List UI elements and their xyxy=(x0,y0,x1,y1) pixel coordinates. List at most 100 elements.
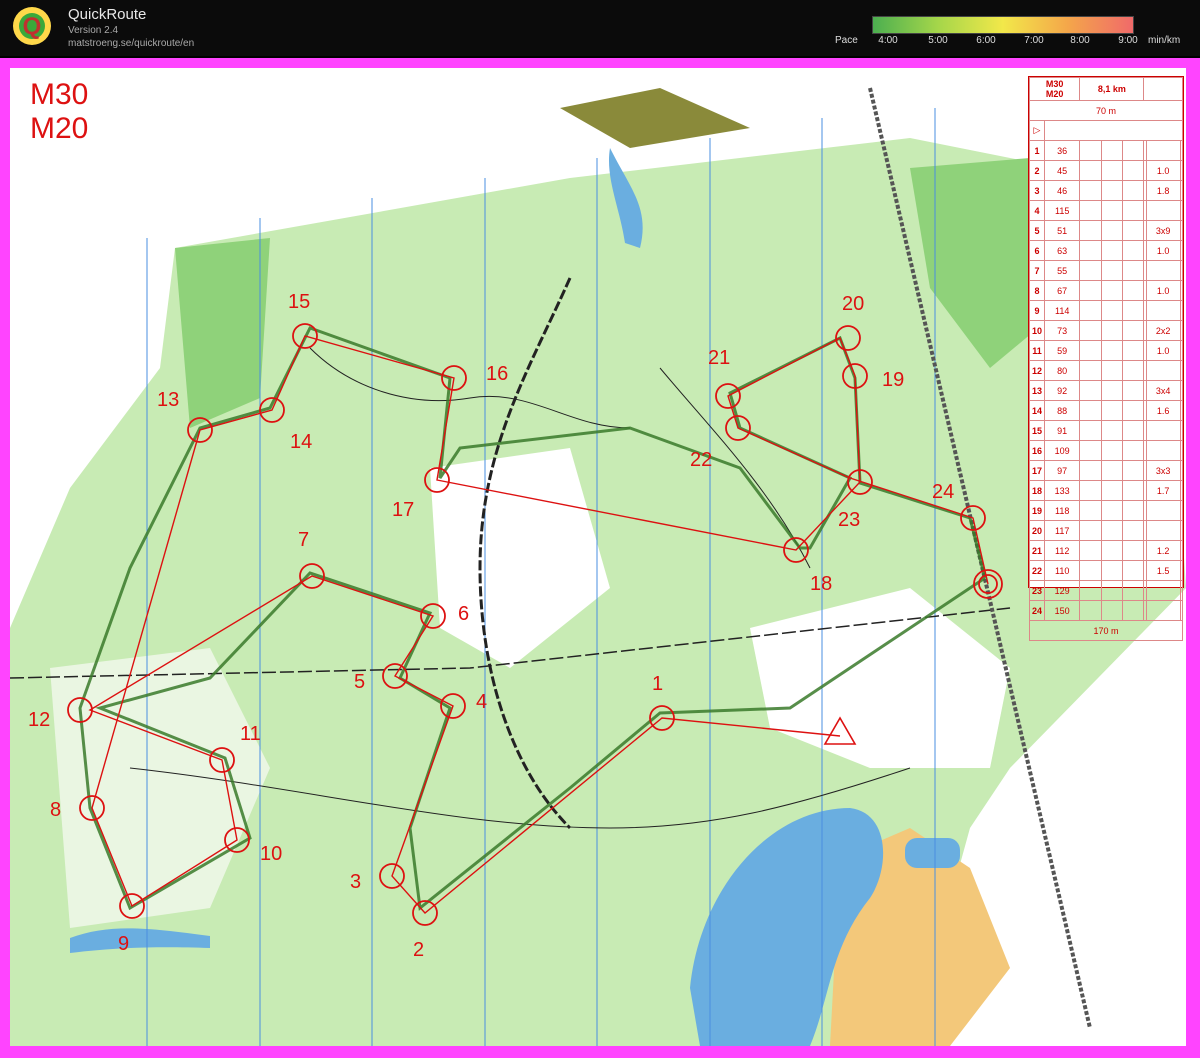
desc-control-code: 109 xyxy=(1043,440,1081,461)
control-number: 13 xyxy=(157,389,179,411)
pace-color-bar xyxy=(872,16,1134,34)
desc-dimension: 1.2 xyxy=(1145,540,1181,561)
desc-row: 5 51 3x9 xyxy=(1029,220,1184,241)
desc-row: 23 129 xyxy=(1029,580,1184,601)
control-number: 21 xyxy=(708,347,730,369)
desc-control-number: 2 xyxy=(1029,160,1045,181)
pace-label: Pace xyxy=(835,35,858,46)
desc-row: 10 73 2x2 xyxy=(1029,320,1184,341)
desc-row: 15 91 xyxy=(1029,420,1184,441)
pace-tick: 4:00 xyxy=(878,35,898,46)
desc-control-code: 110 xyxy=(1043,560,1081,581)
desc-dimension: 1.0 xyxy=(1145,280,1181,301)
control-number: 16 xyxy=(486,363,508,385)
desc-row: 6 63 1.0 xyxy=(1029,240,1184,261)
desc-classes: M30 M20 xyxy=(1028,77,1081,101)
desc-row: 16 109 xyxy=(1029,440,1184,461)
desc-dimension xyxy=(1145,520,1181,541)
desc-dimension xyxy=(1145,360,1181,381)
quickroute-logo-icon: Q xyxy=(13,7,51,45)
desc-start-leg: 70 m xyxy=(1029,100,1183,121)
control-number: 7 xyxy=(298,529,309,551)
desc-control-code: 51 xyxy=(1043,220,1081,241)
desc-row: 21 112 1.2 xyxy=(1029,540,1184,561)
desc-control-code: 55 xyxy=(1043,260,1081,281)
app-header: Q QuickRoute Version 2.4 matstroeng.se/q… xyxy=(0,0,1200,56)
desc-row: 4 115 xyxy=(1029,200,1184,221)
control-number: 14 xyxy=(290,431,312,453)
pace-tick: 9:00 xyxy=(1118,35,1138,46)
dense-forest-area xyxy=(175,238,270,428)
desc-control-code: 67 xyxy=(1043,280,1081,301)
pond xyxy=(905,838,960,868)
desc-control-number: 21 xyxy=(1029,540,1045,561)
desc-dimension: 3x4 xyxy=(1145,380,1181,401)
desc-dimension: 1.0 xyxy=(1145,340,1181,361)
desc-control-number: 13 xyxy=(1029,380,1045,401)
desc-row: 18 133 1.7 xyxy=(1029,480,1184,501)
control-number: 17 xyxy=(392,499,414,521)
desc-control-code: 133 xyxy=(1043,480,1081,501)
desc-dimension: 1.0 xyxy=(1145,160,1181,181)
pace-unit: min/km xyxy=(1148,35,1181,46)
desc-control-number: 15 xyxy=(1029,420,1045,441)
desc-row: 24 150 xyxy=(1029,600,1184,621)
desc-control-code: 46 xyxy=(1043,180,1081,201)
desc-dimension xyxy=(1145,420,1181,441)
desc-dimension: 1.0 xyxy=(1145,240,1181,261)
desc-control-code: 36 xyxy=(1043,140,1081,161)
orienteering-map[interactable]: 1 2 3 4 5 6 7 8 9 10 11 12 13 14 15 16 1… xyxy=(10,68,1186,1046)
desc-control-code: 92 xyxy=(1043,380,1081,401)
desc-control-number: 1 xyxy=(1029,140,1045,161)
desc-dimension: 1.6 xyxy=(1145,400,1181,421)
control-number: 24 xyxy=(932,481,954,503)
control-number: 9 xyxy=(118,933,129,955)
desc-control-number: 5 xyxy=(1029,220,1045,241)
app-url[interactable]: matstroeng.se/quickroute/en xyxy=(68,38,194,49)
desc-control-code: 59 xyxy=(1043,340,1081,361)
desc-dimension xyxy=(1145,300,1181,321)
desc-dimension xyxy=(1145,140,1181,161)
desc-dimension: 3x3 xyxy=(1145,460,1181,481)
control-number: 15 xyxy=(288,291,310,313)
desc-control-code: 88 xyxy=(1043,400,1081,421)
start-icon: ▷ xyxy=(1029,120,1045,141)
desc-control-number: 11 xyxy=(1029,340,1045,361)
control-number: 2 xyxy=(413,939,424,961)
desc-control-number: 14 xyxy=(1029,400,1045,421)
desc-dimension xyxy=(1145,500,1181,521)
pace-tick: 6:00 xyxy=(976,35,996,46)
control-number: 12 xyxy=(28,709,50,731)
desc-dimension xyxy=(1145,440,1181,461)
control-number: 18 xyxy=(810,573,832,595)
pace-tick: 7:00 xyxy=(1024,35,1044,46)
desc-control-number: 6 xyxy=(1029,240,1045,261)
control-number: 11 xyxy=(240,723,261,745)
desc-control-number: 20 xyxy=(1029,520,1045,541)
desc-row: 22 110 1.5 xyxy=(1029,560,1184,581)
desc-dimension: 3x9 xyxy=(1145,220,1181,241)
desc-dimension xyxy=(1145,260,1181,281)
app-version: Version 2.4 xyxy=(68,25,119,36)
desc-control-number: 24 xyxy=(1029,600,1045,621)
control-number: 23 xyxy=(838,509,860,531)
desc-row: 7 55 xyxy=(1029,260,1184,281)
desc-control-code: 73 xyxy=(1043,320,1081,341)
desc-row: 17 97 3x3 xyxy=(1029,460,1184,481)
desc-row: 3 46 1.8 xyxy=(1029,180,1184,201)
desc-control-number: 17 xyxy=(1029,460,1045,481)
desc-control-number: 12 xyxy=(1029,360,1045,381)
desc-control-code: 115 xyxy=(1043,200,1081,221)
desc-control-number: 10 xyxy=(1029,320,1045,341)
desc-dimension: 1.5 xyxy=(1145,560,1181,581)
course-class: M30 xyxy=(30,78,89,111)
control-number: 19 xyxy=(882,369,904,391)
desc-row: 19 118 xyxy=(1029,500,1184,521)
desc-control-number: 9 xyxy=(1029,300,1045,321)
course-title: M30 M20 xyxy=(30,78,88,146)
desc-control-code: 150 xyxy=(1043,600,1081,621)
desc-control-code: 45 xyxy=(1043,160,1081,181)
desc-control-number: 3 xyxy=(1029,180,1045,201)
desc-control-code: 129 xyxy=(1043,580,1081,601)
desc-dimension: 1.8 xyxy=(1145,180,1181,201)
